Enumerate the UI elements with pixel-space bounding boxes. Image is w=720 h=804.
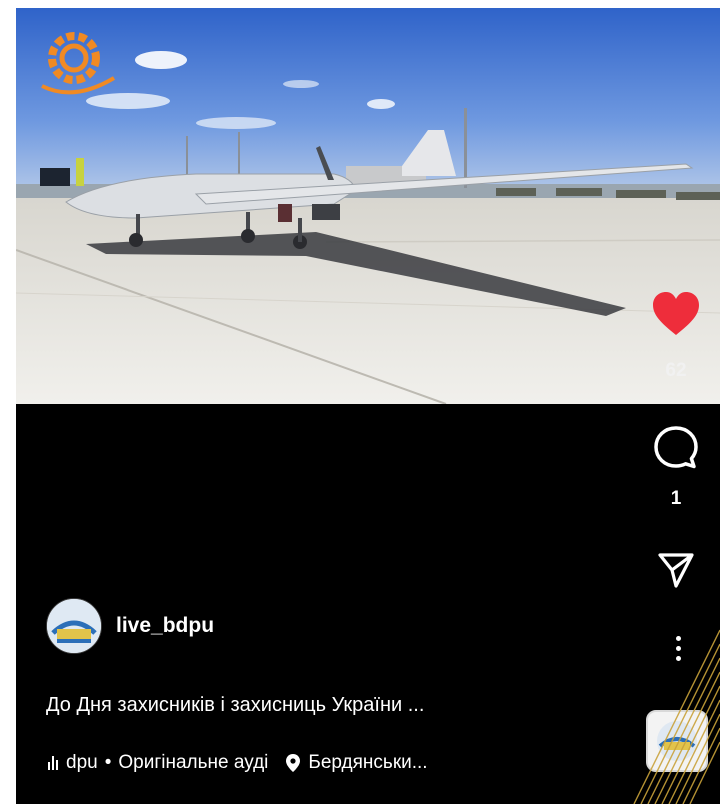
comment-button[interactable] [648, 420, 704, 476]
more-options-button[interactable] [666, 630, 690, 666]
audio-account[interactable]: dpu [66, 752, 98, 774]
audio-separator: • [104, 752, 112, 773]
sound-wave-icon [48, 756, 58, 770]
speech-bubble-icon [654, 426, 698, 469]
post-caption[interactable]: До Дня захисників і захисниць України ..… [46, 694, 646, 717]
heart-icon [653, 292, 699, 335]
audio-info-row[interactable]: dpu • Оригінальне ауді Бердянськи... [48, 752, 648, 774]
drone-photo [16, 8, 720, 404]
reel-viewer: 62 1 live_bdpu До Дня захисників і захис… [16, 8, 720, 804]
map-pin-icon [286, 754, 301, 772]
avatar[interactable] [46, 598, 102, 654]
audio-thumbnail[interactable] [646, 710, 708, 772]
like-count: 62 [665, 360, 687, 381]
vertical-dots-icon [675, 635, 681, 641]
comment-count: 1 [670, 488, 682, 509]
profile-logo-icon [47, 599, 101, 653]
share-button[interactable] [652, 546, 700, 594]
audio-track[interactable]: Оригінальне ауді [118, 752, 268, 774]
audio-cover-icon [657, 721, 697, 761]
author-row[interactable]: live_bdpu [46, 598, 214, 654]
location-label[interactable]: Бердянськи... [308, 752, 427, 774]
username[interactable]: live_bdpu [116, 614, 214, 638]
post-photo[interactable] [16, 8, 720, 404]
paper-plane-icon [658, 553, 694, 588]
like-button[interactable] [646, 286, 706, 342]
